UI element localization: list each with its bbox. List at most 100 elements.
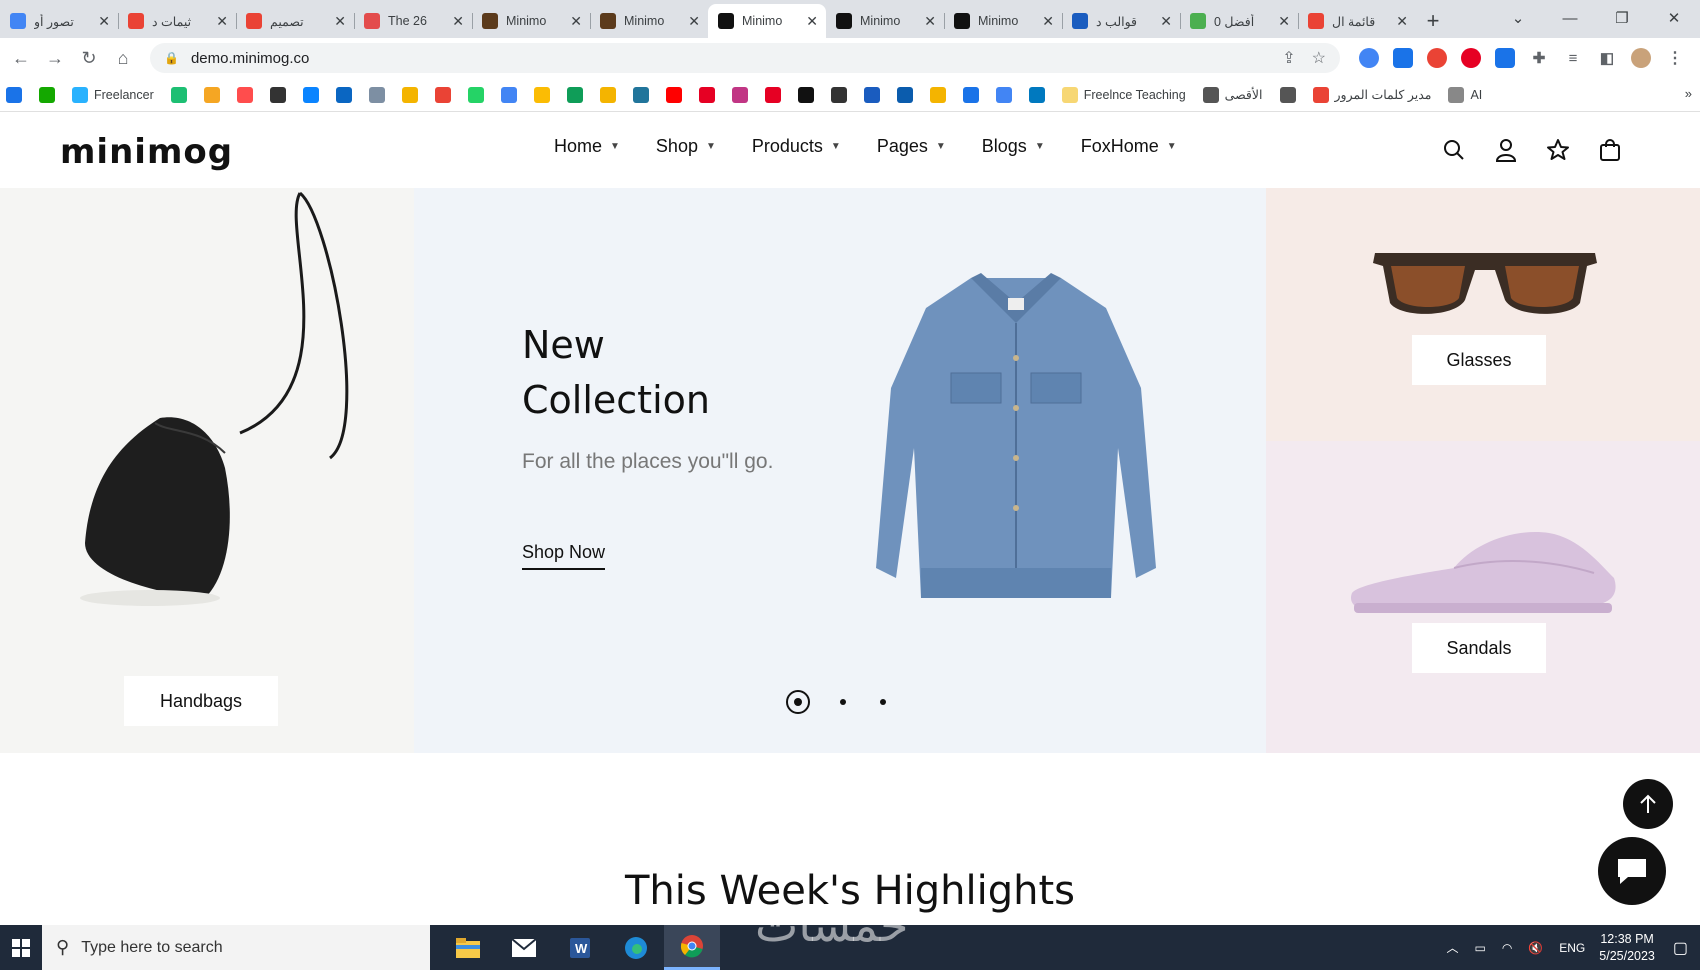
glasses-panel[interactable]: Glasses <box>1266 188 1700 441</box>
browser-tab[interactable]: قائمة ال ✕ <box>1298 4 1416 38</box>
tab-close-icon[interactable]: ✕ <box>570 13 582 30</box>
search-icon[interactable] <box>1440 136 1468 164</box>
bookmark-item[interactable] <box>434 86 451 103</box>
bookmark-item[interactable] <box>764 86 781 103</box>
bookmark-item[interactable] <box>368 86 385 103</box>
account-icon[interactable] <box>1492 136 1520 164</box>
bookmark-item[interactable] <box>698 86 715 103</box>
nav-item-pages[interactable]: Pages ▼ <box>877 136 946 157</box>
live-chat-button[interactable] <box>1598 837 1666 905</box>
bookmark-item[interactable] <box>929 86 946 103</box>
lock-icon[interactable]: 🔒 <box>164 51 179 65</box>
back-to-top-button[interactable] <box>1623 779 1673 829</box>
tab-close-icon[interactable]: ✕ <box>216 13 228 30</box>
tab-close-icon[interactable]: ✕ <box>98 13 110 30</box>
nav-item-foxhome[interactable]: FoxHome ▼ <box>1081 136 1177 157</box>
wifi-icon[interactable]: ◠ <box>1502 941 1512 955</box>
tab-search-icon[interactable]: ⌄ <box>1492 9 1544 27</box>
category-glasses-button[interactable]: Glasses <box>1412 335 1546 385</box>
bookmark-item[interactable] <box>236 86 253 103</box>
show-hidden-icons-chevron-icon[interactable]: ︿ <box>1446 939 1458 956</box>
category-sandals-button[interactable]: Sandals <box>1412 623 1546 673</box>
reading-list-icon[interactable]: ≡ <box>1563 48 1583 68</box>
bookmark-item[interactable]: مدير كلمات المرور <box>1312 86 1431 103</box>
bookmark-item[interactable] <box>731 86 748 103</box>
browser-tab[interactable]: Minimo ✕ <box>590 4 708 38</box>
bookmark-item[interactable] <box>401 86 418 103</box>
browser-tab[interactable]: Minimo ✕ <box>826 4 944 38</box>
bookmarks-overflow-icon[interactable]: » <box>1685 86 1692 101</box>
bookmark-item[interactable]: Freelancer <box>72 86 154 103</box>
translate-extension-icon[interactable] <box>1393 48 1413 68</box>
forward-icon[interactable]: → <box>38 48 72 69</box>
reload-icon[interactable]: ↻ <box>72 48 106 69</box>
nav-item-blogs[interactable]: Blogs ▼ <box>982 136 1045 157</box>
taskbar-clock[interactable]: 12:38 PM 5/25/2023 <box>1599 931 1655 965</box>
bookmark-item[interactable] <box>665 86 682 103</box>
browser-tab[interactable]: تصور أو ✕ <box>0 4 118 38</box>
tab-close-icon[interactable]: ✕ <box>688 13 700 30</box>
bookmark-item[interactable] <box>632 86 649 103</box>
tab-close-icon[interactable]: ✕ <box>452 13 464 30</box>
bookmark-item[interactable] <box>830 86 847 103</box>
language-indicator[interactable]: ENG <box>1559 941 1585 955</box>
slider-dot[interactable] <box>880 699 886 705</box>
bookmark-item[interactable] <box>500 86 517 103</box>
address-bar[interactable]: 🔒 demo.minimog.co ⇪ ☆ <box>150 43 1340 73</box>
battery-icon[interactable]: ▭ <box>1474 941 1485 955</box>
nav-item-home[interactable]: Home ▼ <box>554 136 620 157</box>
edge-icon[interactable] <box>608 925 664 970</box>
tab-close-icon[interactable]: ✕ <box>1278 13 1290 30</box>
browser-tab[interactable]: قوالب د ✕ <box>1062 4 1180 38</box>
file-explorer-icon[interactable] <box>440 925 496 970</box>
start-button[interactable] <box>0 925 42 970</box>
close-window-button[interactable]: ✕ <box>1648 9 1700 27</box>
profile-avatar[interactable] <box>1631 48 1651 68</box>
pinterest-extension-icon[interactable] <box>1461 48 1481 68</box>
chrome-icon[interactable] <box>664 925 720 970</box>
bookmark-item[interactable] <box>995 86 1012 103</box>
browser-tab[interactable]: Minimo ✕ <box>944 4 1062 38</box>
new-tab-button[interactable]: + <box>1416 4 1450 38</box>
bookmark-item[interactable] <box>1028 86 1045 103</box>
bookmark-item[interactable] <box>467 86 484 103</box>
bookmark-item[interactable]: AI <box>1448 86 1482 103</box>
extension-icon[interactable] <box>1495 48 1515 68</box>
slider-dot[interactable] <box>840 699 846 705</box>
tab-close-icon[interactable]: ✕ <box>806 13 818 30</box>
notifications-icon[interactable]: ▢ <box>1673 938 1688 958</box>
browser-tab[interactable]: تصميم ✕ <box>236 4 354 38</box>
tab-close-icon[interactable]: ✕ <box>1042 13 1054 30</box>
handbags-panel[interactable]: Handbags <box>0 188 414 753</box>
browser-tab[interactable]: Minimo ✕ <box>472 4 590 38</box>
bookmark-item[interactable] <box>39 86 55 103</box>
side-panel-icon[interactable]: ◧ <box>1597 48 1617 68</box>
url-text[interactable]: demo.minimog.co <box>191 50 309 67</box>
nav-item-shop[interactable]: Shop ▼ <box>656 136 716 157</box>
bookmark-item[interactable] <box>6 86 22 103</box>
mail-icon[interactable] <box>496 925 552 970</box>
browser-tab[interactable]: ثيمات د ✕ <box>118 4 236 38</box>
tab-close-icon[interactable]: ✕ <box>334 13 346 30</box>
bookmark-item[interactable]: Freelnce Teaching <box>1061 86 1186 103</box>
bookmark-item[interactable] <box>566 86 583 103</box>
tab-close-icon[interactable]: ✕ <box>924 13 936 30</box>
volume-muted-icon[interactable]: 🔇 <box>1528 941 1543 955</box>
bookmark-item[interactable] <box>335 86 352 103</box>
nav-item-products[interactable]: Products ▼ <box>752 136 841 157</box>
bookmark-item[interactable] <box>533 86 550 103</box>
bookmark-item[interactable] <box>599 86 616 103</box>
bookmark-item[interactable] <box>302 86 319 103</box>
bookmark-item[interactable] <box>962 86 979 103</box>
browser-tab[interactable]: The 26 ✕ <box>354 4 472 38</box>
browser-tab[interactable]: أفضل 0 ✕ <box>1180 4 1298 38</box>
tab-close-icon[interactable]: ✕ <box>1160 13 1172 30</box>
bookmark-item[interactable] <box>896 86 913 103</box>
site-logo[interactable]: minimog <box>60 132 233 172</box>
bookmark-star-icon[interactable]: ☆ <box>1312 48 1326 68</box>
share-icon[interactable]: ⇪ <box>1282 48 1295 68</box>
back-icon[interactable]: ← <box>4 48 38 69</box>
bookmark-item[interactable] <box>1279 86 1296 103</box>
word-icon[interactable]: W <box>552 925 608 970</box>
shop-now-link[interactable]: Shop Now <box>522 542 606 570</box>
